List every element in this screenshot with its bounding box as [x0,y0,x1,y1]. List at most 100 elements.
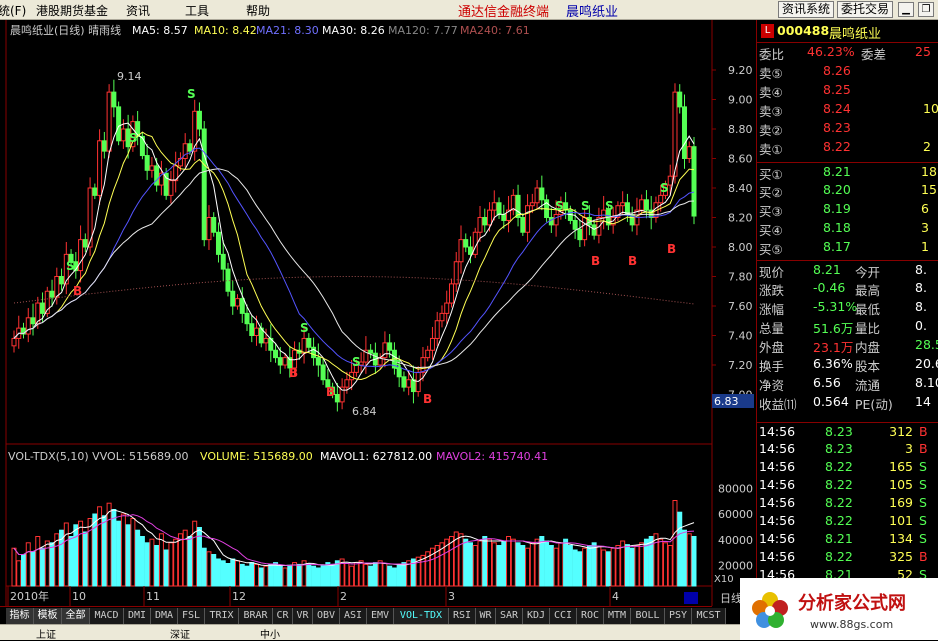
price-tick-label: 8.00 [728,241,753,254]
candle-body [315,357,321,366]
stat-label: 流通 [855,378,881,393]
tab-vr-10[interactable]: VR [293,608,313,624]
candle-body [453,261,459,285]
volume-bar [396,563,402,587]
ask-row[interactable]: 卖⑤ 8.26 [757,62,938,81]
stat-value: 8. [915,262,927,277]
menu-system[interactable]: 系统(F) [0,2,26,19]
tab-asi-12[interactable]: ASI [340,608,367,624]
tab-cci-19[interactable]: CCI [550,608,577,624]
ma30-label: MA30: 8.26 [322,24,385,37]
site-logo: 分析家公式网 www.88gs.com [740,578,938,640]
menu-hk-futures[interactable]: 港股期货基金 [36,2,108,19]
volume-bar [610,547,616,587]
bid-label: 买⑤ [759,242,783,257]
bid-row[interactable]: 买④ 8.18 3 [757,219,938,238]
bid-row[interactable]: 买③ 8.19 6 [757,200,938,219]
volume-bar [111,509,117,587]
stock-code: 000488 [777,23,830,38]
volume-bar [282,567,288,587]
menu-help[interactable]: 帮助 [246,2,270,19]
tab-dma-5[interactable]: DMA [151,608,178,624]
volume-bar [624,544,630,587]
tab-sar-17[interactable]: SAR [496,608,523,624]
date-tick-label: 3 [448,590,455,603]
ask-row[interactable]: 卖① 8.22 2 [757,138,938,157]
stat-label: 股本 [855,359,881,374]
ask-row[interactable]: 卖③ 8.24 10 [757,100,938,119]
tab-psy-23[interactable]: PSY [665,608,692,624]
tab-roc-20[interactable]: ROC [577,608,604,624]
volume-bar [87,518,93,587]
menu-news[interactable]: 资讯 [126,2,150,19]
tab-trix-7[interactable]: TRIX [205,608,239,624]
minimize-icon[interactable]: ▁ [898,2,914,17]
tab-fsl-6[interactable]: FSL [178,608,205,624]
ask-row[interactable]: 卖② 8.23 [757,119,938,138]
bid-label: 买④ [759,223,783,238]
volume-bar [358,560,364,587]
tab-brar-8[interactable]: BRAR [239,608,273,624]
bid-row[interactable]: 买② 8.20 15 [757,181,938,200]
bid-price: 8.17 [823,239,851,254]
tick-row: 14:56 8.22 325 B [757,548,938,566]
tick-volume: 312 [889,424,913,439]
scroll-button[interactable] [684,592,698,604]
volume-bar [101,515,107,587]
volume-bar [601,549,607,587]
volume-bar [49,542,55,587]
trade-button[interactable]: 委托交易 [837,1,894,18]
candle-body [425,349,431,359]
candle-body [591,224,597,236]
ma21-label: MA21: 8.30 [256,24,319,37]
price-tick-label: 7.40 [728,330,753,343]
news-system-button[interactable]: 资讯系统 [778,1,835,18]
signal-sell: S [581,199,590,213]
tick-volume: 101 [889,513,913,528]
candle-body [334,394,340,403]
tab-dmi-4[interactable]: DMI [124,608,151,624]
volume-bar [144,542,150,587]
restore-icon[interactable]: ❐ [918,2,934,17]
bid-row[interactable]: 买⑤ 8.17 1 [757,238,938,257]
tab-voltdx-14[interactable]: VOL-TDX [394,608,449,624]
bid-label: 买③ [759,204,783,219]
tab-mcst-24[interactable]: MCST [692,608,726,624]
volume-bar [320,564,326,587]
kline-chart[interactable]: 晨鸣纸业(日线) 晴雨线 MA5: 8.57 MA10: 8.42 MA21: … [0,20,756,612]
tab-boll-22[interactable]: BOLL [631,608,665,624]
indicator-tabs: 指标 模板 全部 MACD DMI DMA FSL TRIX BRAR CR VR OBV ASI EMV… [0,606,726,624]
tick-row: 14:56 8.22 101 S [757,512,938,530]
volume-bar [206,551,212,587]
tab--2[interactable]: 全部 [62,608,90,624]
ask-row[interactable]: 卖④ 8.25 [757,81,938,100]
volume-bar [25,542,31,587]
price-tick-label: 9.20 [728,64,753,77]
candle-body [306,337,312,348]
candle-body [11,337,17,347]
tab-wr-16[interactable]: WR [476,608,496,624]
bid-row[interactable]: 买① 8.21 18 [757,162,938,182]
volume-bar [30,551,36,587]
tab-rsi-15[interactable]: RSI [449,608,476,624]
volume-bar [239,563,245,587]
volume-bar [544,540,550,587]
stock-name: 晨鸣纸业 [829,27,882,42]
tab-kdj-18[interactable]: KDJ [523,608,550,624]
weicha-label: 委差 [861,47,887,62]
tab-emv-13[interactable]: EMV [367,608,394,624]
stat-value: 8.10 [915,375,938,390]
tab-cr-9[interactable]: CR [273,608,293,624]
tick-price: 8.23 [825,424,853,439]
tab-mtm-21[interactable]: MTM [604,608,631,624]
vol-tick-label: 80000 [718,483,753,496]
tab-macd-3[interactable]: MACD [90,608,124,624]
candle-body [582,217,588,241]
stock-title: 晨鸣纸业 [566,5,619,20]
tab--1[interactable]: 模板 [34,608,62,624]
tab--0[interactable]: 指标 [6,608,34,624]
menu-tools[interactable]: 工具 [185,2,209,19]
tab-obv-11[interactable]: OBV [313,608,340,624]
signal-buy: B [591,254,600,268]
stat-label: 涨幅 [759,302,785,317]
